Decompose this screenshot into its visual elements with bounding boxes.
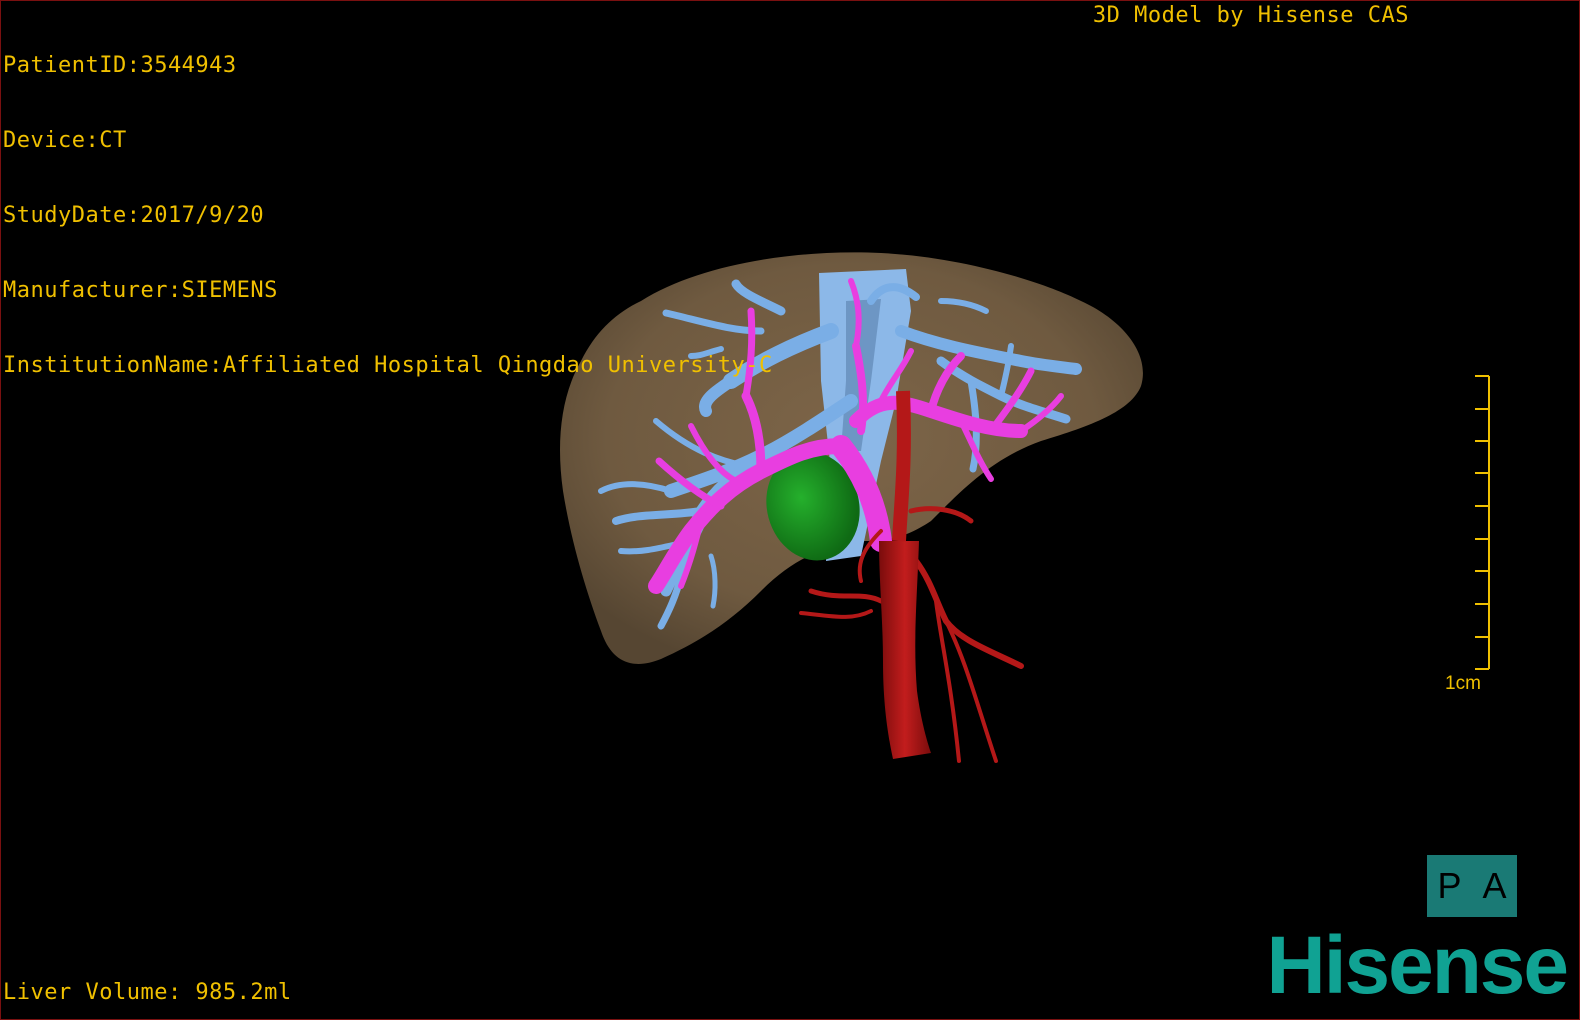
liver-volume: Liver Volume: 985.2ml xyxy=(3,980,292,1005)
orientation-cube[interactable]: P A xyxy=(1427,855,1517,917)
model-credit: 3D Model by Hisense CAS xyxy=(1092,3,1409,28)
scale-bar xyxy=(1475,375,1490,670)
orientation-right-label: A xyxy=(1482,865,1507,906)
scale-label: 1cm xyxy=(1445,673,1481,694)
orientation-left-label: P xyxy=(1437,865,1462,906)
dicom-info-panel: PatientID:3544943 Device:CT StudyDate:20… xyxy=(3,3,773,428)
render-viewport[interactable]: PatientID:3544943 Device:CT StudyDate:20… xyxy=(0,0,1580,1020)
institution-name: InstitutionName:Affiliated Hospital Qing… xyxy=(3,353,773,378)
manufacturer: Manufacturer:SIEMENS xyxy=(3,278,278,303)
study-date: StudyDate:2017/9/20 xyxy=(3,203,265,228)
hisense-logo: Hisense xyxy=(1266,920,1569,1011)
aorta-upper xyxy=(892,390,911,542)
device: Device:CT xyxy=(3,128,127,153)
patient-id: PatientID:3544943 xyxy=(3,53,237,78)
